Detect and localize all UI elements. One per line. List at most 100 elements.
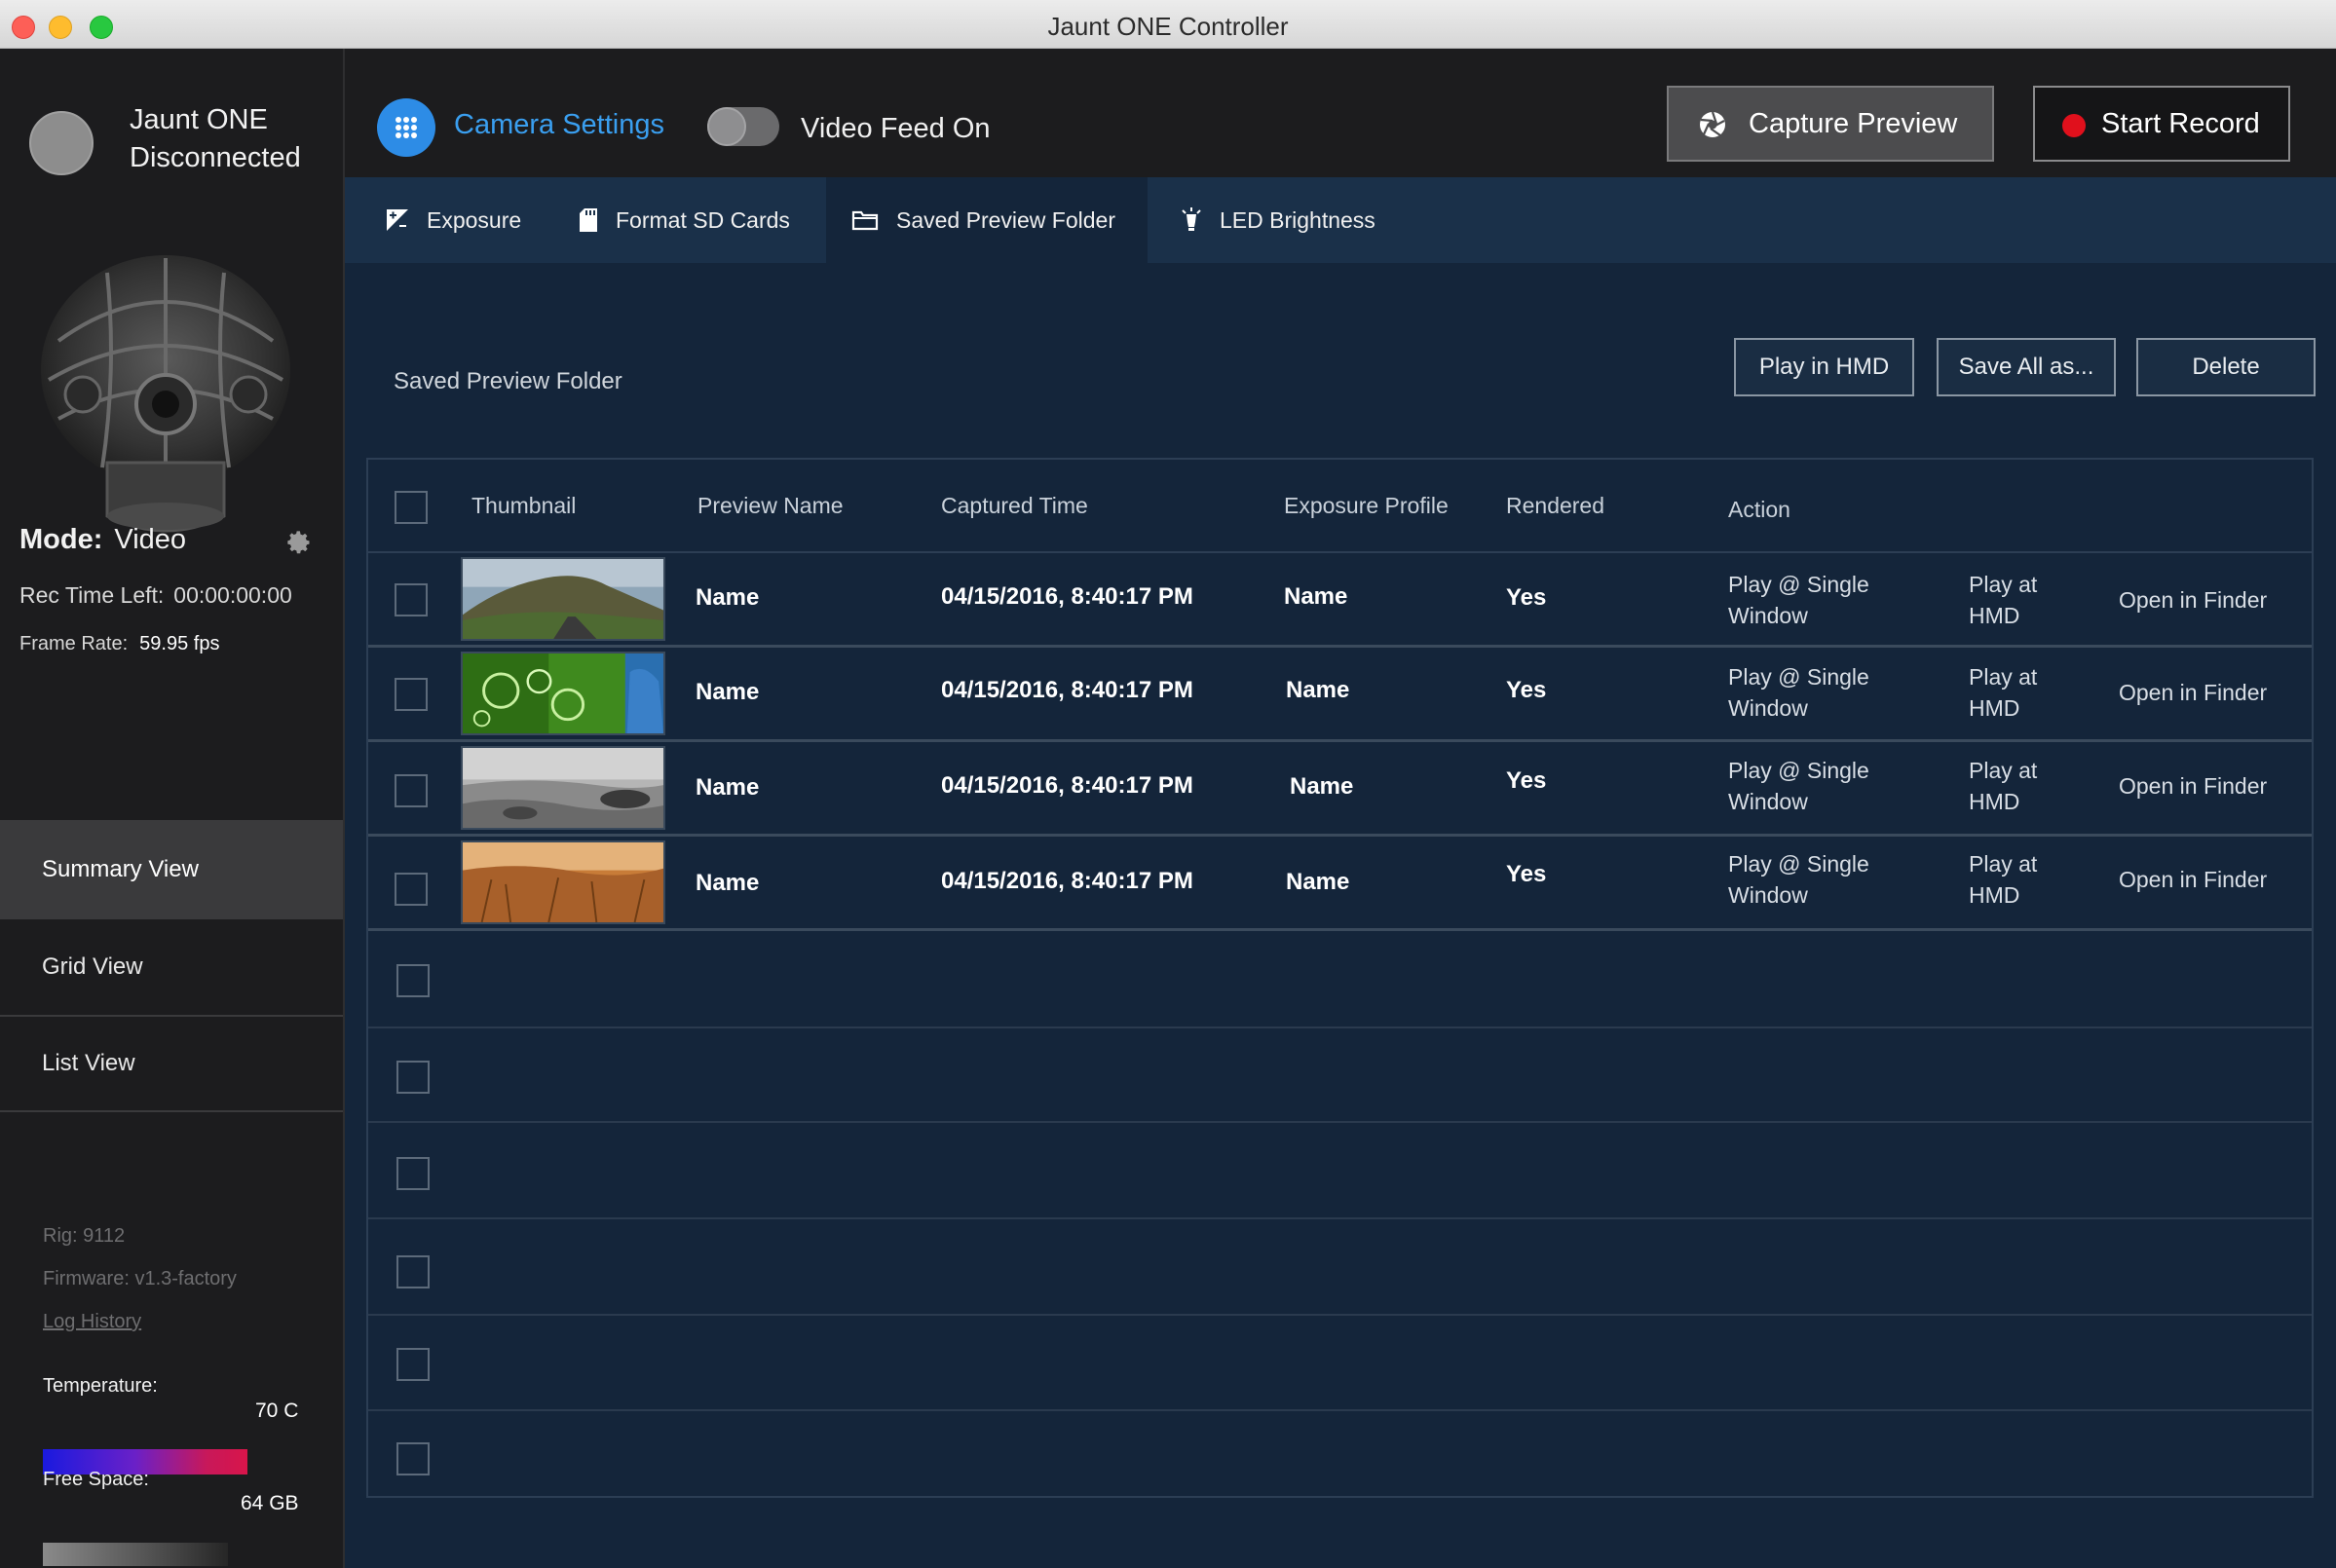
frame-rate-value: 59.95 fps: [139, 633, 220, 654]
captured-time: 04/15/2016, 8:40:17 PM: [941, 677, 1193, 703]
exposure-profile: Name: [1286, 677, 1350, 703]
row-checkbox[interactable]: [396, 1061, 430, 1094]
window-title: Jaunt ONE Controller: [1047, 12, 1289, 41]
rendered-status: Yes: [1506, 861, 1547, 887]
capture-preview-button[interactable]: Capture Preview: [1667, 86, 1994, 162]
row-checkbox[interactable]: [396, 964, 430, 997]
video-feed-toggle[interactable]: [707, 107, 779, 146]
start-record-button[interactable]: Start Record: [2033, 86, 2290, 162]
play-at-hmd-link[interactable]: Play at HMD: [1969, 569, 2037, 631]
column-thumbnail: Thumbnail: [471, 493, 577, 518]
play-single-window-link[interactable]: Play @ Single Window: [1728, 755, 1869, 817]
row-checkbox[interactable]: [395, 873, 428, 906]
device-status: Jaunt ONE Disconnected: [130, 101, 301, 177]
column-rendered: Rendered: [1506, 493, 1605, 518]
view-nav: Summary View Grid View List View: [0, 820, 343, 1112]
table-row-empty: [368, 1221, 2312, 1316]
saved-preview-panel: Saved Preview Folder Play in HMD Save Al…: [345, 263, 2336, 1568]
play-single-window-link[interactable]: Play @ Single Window: [1728, 848, 1869, 911]
table-row-empty: [368, 1317, 2312, 1411]
preview-thumbnail[interactable]: [461, 840, 665, 924]
table-row-empty: [368, 934, 2312, 1028]
play-in-hmd-button[interactable]: Play in HMD: [1734, 338, 1914, 396]
table-row[interactable]: Name 04/15/2016, 8:40:17 PM Name Yes Pla…: [368, 742, 2312, 837]
row-checkbox[interactable]: [396, 1157, 430, 1190]
preview-table: Thumbnail Preview Name Captured Time Exp…: [366, 458, 2314, 1498]
exposure-profile: Name: [1290, 773, 1354, 800]
tab-led-brightness[interactable]: LED Brightness: [1181, 177, 1375, 263]
tab-format-sd-cards[interactable]: Format SD Cards: [579, 177, 790, 263]
captured-time: 04/15/2016, 8:40:17 PM: [941, 772, 1193, 799]
preview-thumbnail[interactable]: [461, 652, 665, 735]
top-toolbar: Camera Settings Video Feed On Capture Pr…: [345, 49, 2336, 177]
table-row-empty: [368, 1125, 2312, 1219]
select-all-checkbox[interactable]: [395, 491, 428, 524]
firmware-version: Firmware: v1.3-factory: [43, 1268, 237, 1289]
mode-display: Mode: Video: [19, 524, 186, 556]
open-in-finder-link[interactable]: Open in Finder: [2119, 584, 2267, 616]
exposure-profile: Name: [1286, 869, 1350, 895]
frame-rate-label: Frame Rate:: [19, 633, 129, 654]
rendered-status: Yes: [1506, 584, 1547, 611]
preview-thumbnail[interactable]: [461, 557, 665, 641]
row-checkbox[interactable]: [396, 1442, 430, 1475]
play-at-hmd-link[interactable]: Play at HMD: [1969, 661, 2037, 724]
preview-name: Name: [696, 870, 760, 896]
play-at-hmd-link[interactable]: Play at HMD: [1969, 755, 2037, 817]
nav-summary-view[interactable]: Summary View: [0, 820, 343, 917]
rendered-status: Yes: [1506, 677, 1547, 703]
aperture-icon: [1700, 111, 1725, 137]
play-at-hmd-link[interactable]: Play at HMD: [1969, 848, 2037, 911]
open-in-finder-link[interactable]: Open in Finder: [2119, 864, 2267, 895]
gear-icon[interactable]: [285, 529, 313, 556]
capture-preview-label: Capture Preview: [1749, 107, 1958, 139]
row-checkbox[interactable]: [395, 678, 428, 711]
preview-thumbnail[interactable]: [461, 746, 665, 830]
open-in-finder-link[interactable]: Open in Finder: [2119, 677, 2267, 708]
play-single-window-link[interactable]: Play @ Single Window: [1728, 569, 1869, 631]
settings-tabs: Exposure Format SD Cards Saved Preview F…: [345, 177, 2336, 263]
captured-time: 04/15/2016, 8:40:17 PM: [941, 583, 1193, 610]
tab-led-brightness-label: LED Brightness: [1220, 206, 1375, 233]
nav-list-view[interactable]: List View: [0, 1015, 343, 1112]
connection-status-indicator: [29, 111, 94, 175]
mode-label: Mode:: [19, 524, 103, 555]
table-row-empty: [368, 1410, 2312, 1498]
camera-settings-link[interactable]: Camera Settings: [454, 109, 664, 141]
tab-format-sd-cards-label: Format SD Cards: [616, 206, 790, 233]
table-row[interactable]: Name 04/15/2016, 8:40:17 PM Name Yes Pla…: [368, 837, 2312, 931]
free-space-bar: [43, 1543, 228, 1566]
frame-rate: Frame Rate: 59.95 fps: [19, 633, 219, 655]
grid-icon: [396, 117, 417, 138]
video-feed-label: Video Feed On: [801, 113, 991, 144]
delete-button[interactable]: Delete: [2136, 338, 2316, 396]
section-title: Saved Preview Folder: [394, 368, 622, 394]
tab-saved-preview-folder-content[interactable]: Saved Preview Folder: [851, 177, 1115, 263]
folder-icon: [851, 210, 879, 231]
column-exposure-profile: Exposure Profile: [1284, 493, 1449, 518]
rec-time-label: Rec Time Left:: [19, 582, 165, 608]
save-all-as-button[interactable]: Save All as...: [1937, 338, 2116, 396]
camera-settings-icon[interactable]: [377, 98, 435, 157]
open-in-finder-link[interactable]: Open in Finder: [2119, 770, 2267, 802]
device-name: Jaunt ONE: [130, 104, 268, 135]
row-checkbox[interactable]: [396, 1255, 430, 1288]
preview-name: Name: [696, 679, 760, 705]
row-checkbox[interactable]: [395, 774, 428, 807]
table-row[interactable]: Name 04/15/2016, 8:40:17 PM Name Yes Pla…: [368, 553, 2312, 648]
preview-name: Name: [696, 584, 760, 611]
rec-time-value: 00:00:00:00: [173, 582, 292, 608]
nav-grid-view[interactable]: Grid View: [0, 917, 343, 1015]
toggle-knob: [707, 107, 746, 146]
table-row[interactable]: Name 04/15/2016, 8:40:17 PM Name Yes Pla…: [368, 648, 2312, 742]
connection-status: Disconnected: [130, 142, 301, 173]
tab-exposure[interactable]: Exposure: [386, 177, 521, 263]
row-checkbox[interactable]: [396, 1348, 430, 1381]
log-history-link[interactable]: Log History: [43, 1311, 141, 1333]
exposure-icon: [387, 209, 408, 231]
preview-name: Name: [696, 774, 760, 801]
play-single-window-link[interactable]: Play @ Single Window: [1728, 661, 1869, 724]
free-space-value: 64 GB: [241, 1492, 299, 1514]
column-action: Action: [1728, 497, 1790, 522]
row-checkbox[interactable]: [395, 583, 428, 616]
